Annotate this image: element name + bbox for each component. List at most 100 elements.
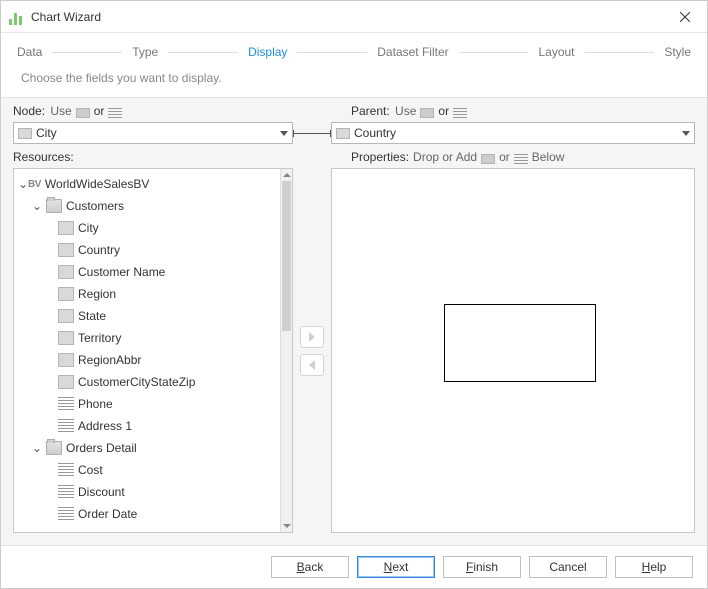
finish-button[interactable]: Finish bbox=[443, 556, 521, 578]
tree-field[interactable]: Customer Name bbox=[14, 261, 280, 283]
scroll-thumb[interactable] bbox=[282, 181, 291, 331]
resources-tree: ⌄ BV WorldWideSalesBV ⌄ Customers City Co… bbox=[13, 168, 293, 533]
lines-icon bbox=[58, 507, 74, 521]
tree-field[interactable]: Cost bbox=[14, 459, 280, 481]
tree-field[interactable]: Discount bbox=[14, 481, 280, 503]
tree-label: Territory bbox=[78, 331, 121, 345]
step-separator bbox=[52, 52, 122, 53]
node-label: Node: Use bbox=[13, 104, 72, 118]
expand-toggle[interactable]: ⌄ bbox=[32, 199, 42, 213]
tree-label: Country bbox=[78, 243, 120, 257]
tree-field[interactable]: Region bbox=[14, 283, 280, 305]
wizard-footer: Back Next Finish Cancel Help bbox=[1, 546, 707, 588]
node-parent-connector bbox=[293, 133, 331, 134]
step-data[interactable]: Data bbox=[17, 45, 42, 59]
step-separator bbox=[168, 52, 238, 53]
step-dataset-filter[interactable]: Dataset Filter bbox=[377, 45, 448, 59]
bv-icon: BV bbox=[28, 179, 41, 190]
remove-button[interactable] bbox=[300, 354, 324, 376]
field-icon bbox=[58, 243, 74, 257]
node-dropdown[interactable]: City bbox=[13, 122, 293, 144]
parent-dropdown-value: Country bbox=[350, 126, 682, 140]
step-type[interactable]: Type bbox=[132, 45, 158, 59]
step-layout[interactable]: Layout bbox=[538, 45, 574, 59]
window-title: Chart Wizard bbox=[31, 10, 101, 24]
field-icon bbox=[336, 128, 350, 139]
lines-type-icon[interactable] bbox=[108, 108, 122, 118]
field-type-icon[interactable] bbox=[481, 154, 495, 164]
tree-field[interactable]: City bbox=[14, 217, 280, 239]
tree-label: Order Date bbox=[78, 507, 137, 521]
wizard-steps: Data Type Display Dataset Filter Layout … bbox=[1, 33, 707, 67]
step-style[interactable]: Style bbox=[664, 45, 691, 59]
tree-field[interactable]: State bbox=[14, 305, 280, 327]
tree-field[interactable]: Territory bbox=[14, 327, 280, 349]
tree-label: Address 1 bbox=[78, 419, 132, 433]
properties-drop-panel[interactable] bbox=[331, 168, 695, 533]
back-button[interactable]: Back bbox=[271, 556, 349, 578]
lines-type-icon[interactable] bbox=[453, 108, 467, 118]
arrow-right-icon bbox=[307, 332, 317, 342]
step-display[interactable]: Display bbox=[248, 45, 287, 59]
field-icon bbox=[58, 375, 74, 389]
titlebar: Chart Wizard bbox=[1, 1, 707, 33]
step-separator bbox=[459, 52, 529, 53]
cancel-button[interactable]: Cancel bbox=[529, 556, 607, 578]
resources-label: Resources: bbox=[13, 150, 313, 164]
panels: ⌄ BV WorldWideSalesBV ⌄ Customers City Co… bbox=[1, 168, 707, 545]
parent-dropdown[interactable]: Country bbox=[331, 122, 695, 144]
close-button[interactable] bbox=[671, 1, 699, 32]
field-icon bbox=[58, 265, 74, 279]
chart-wizard-icon bbox=[9, 9, 25, 25]
field-icon bbox=[58, 331, 74, 345]
help-button[interactable]: Help bbox=[615, 556, 693, 578]
tree-field[interactable]: Address 1 bbox=[14, 415, 280, 437]
drop-target-rect[interactable] bbox=[444, 304, 596, 382]
tree-folder-customers[interactable]: ⌄ Customers bbox=[14, 195, 280, 217]
properties-label: Properties: Drop or Add or Below bbox=[351, 150, 695, 164]
chevron-down-icon bbox=[682, 131, 690, 136]
lines-icon bbox=[58, 463, 74, 477]
scroll-up-arrow[interactable] bbox=[281, 169, 292, 181]
tree-scrollbar[interactable] bbox=[280, 169, 292, 532]
sub-labels: Resources: Properties: Drop or Add or Be… bbox=[1, 150, 707, 168]
chart-wizard-window: Chart Wizard Data Type Display Dataset F… bbox=[0, 0, 708, 589]
expand-toggle[interactable]: ⌄ bbox=[32, 441, 42, 455]
lines-icon bbox=[58, 397, 74, 411]
next-button[interactable]: Next bbox=[357, 556, 435, 578]
tree-label: Orders Detail bbox=[66, 441, 137, 455]
tree-field[interactable]: RegionAbbr bbox=[14, 349, 280, 371]
tree-label: City bbox=[78, 221, 99, 235]
arrow-left-icon bbox=[307, 360, 317, 370]
field-icon bbox=[58, 287, 74, 301]
field-type-icon[interactable] bbox=[76, 108, 90, 118]
tree-label: Region bbox=[78, 287, 116, 301]
add-button[interactable] bbox=[300, 326, 324, 348]
lines-icon bbox=[58, 485, 74, 499]
scroll-down-arrow[interactable] bbox=[281, 520, 292, 532]
expand-toggle[interactable]: ⌄ bbox=[18, 177, 28, 191]
lines-type-icon[interactable] bbox=[514, 154, 528, 164]
folder-icon bbox=[46, 199, 62, 213]
tree-folder-orders-detail[interactable]: ⌄ Orders Detail bbox=[14, 437, 280, 459]
tree-label: WorldWideSalesBV bbox=[45, 177, 149, 191]
tree-label: Phone bbox=[78, 397, 113, 411]
row-labels: Node: Use or Parent: Use or bbox=[1, 98, 707, 120]
tree-field[interactable]: Order Date bbox=[14, 503, 280, 525]
tree-field[interactable]: Phone bbox=[14, 393, 280, 415]
field-icon bbox=[58, 221, 74, 235]
tree-label: Cost bbox=[78, 463, 103, 477]
field-type-icon[interactable] bbox=[420, 108, 434, 118]
tree-field[interactable]: CustomerCityStateZip bbox=[14, 371, 280, 393]
wizard-subtitle: Choose the fields you want to display. bbox=[1, 67, 707, 97]
field-icon bbox=[58, 309, 74, 323]
step-separator bbox=[585, 52, 655, 53]
tree-field[interactable]: Country bbox=[14, 239, 280, 261]
node-dropdown-value: City bbox=[32, 126, 280, 140]
tree-root[interactable]: ⌄ BV WorldWideSalesBV bbox=[14, 173, 280, 195]
chevron-down-icon bbox=[280, 131, 288, 136]
parent-label: Parent: Use bbox=[351, 104, 416, 118]
or-label: or bbox=[438, 104, 449, 118]
tree-label: Customers bbox=[66, 199, 124, 213]
tree-label: Discount bbox=[78, 485, 125, 499]
